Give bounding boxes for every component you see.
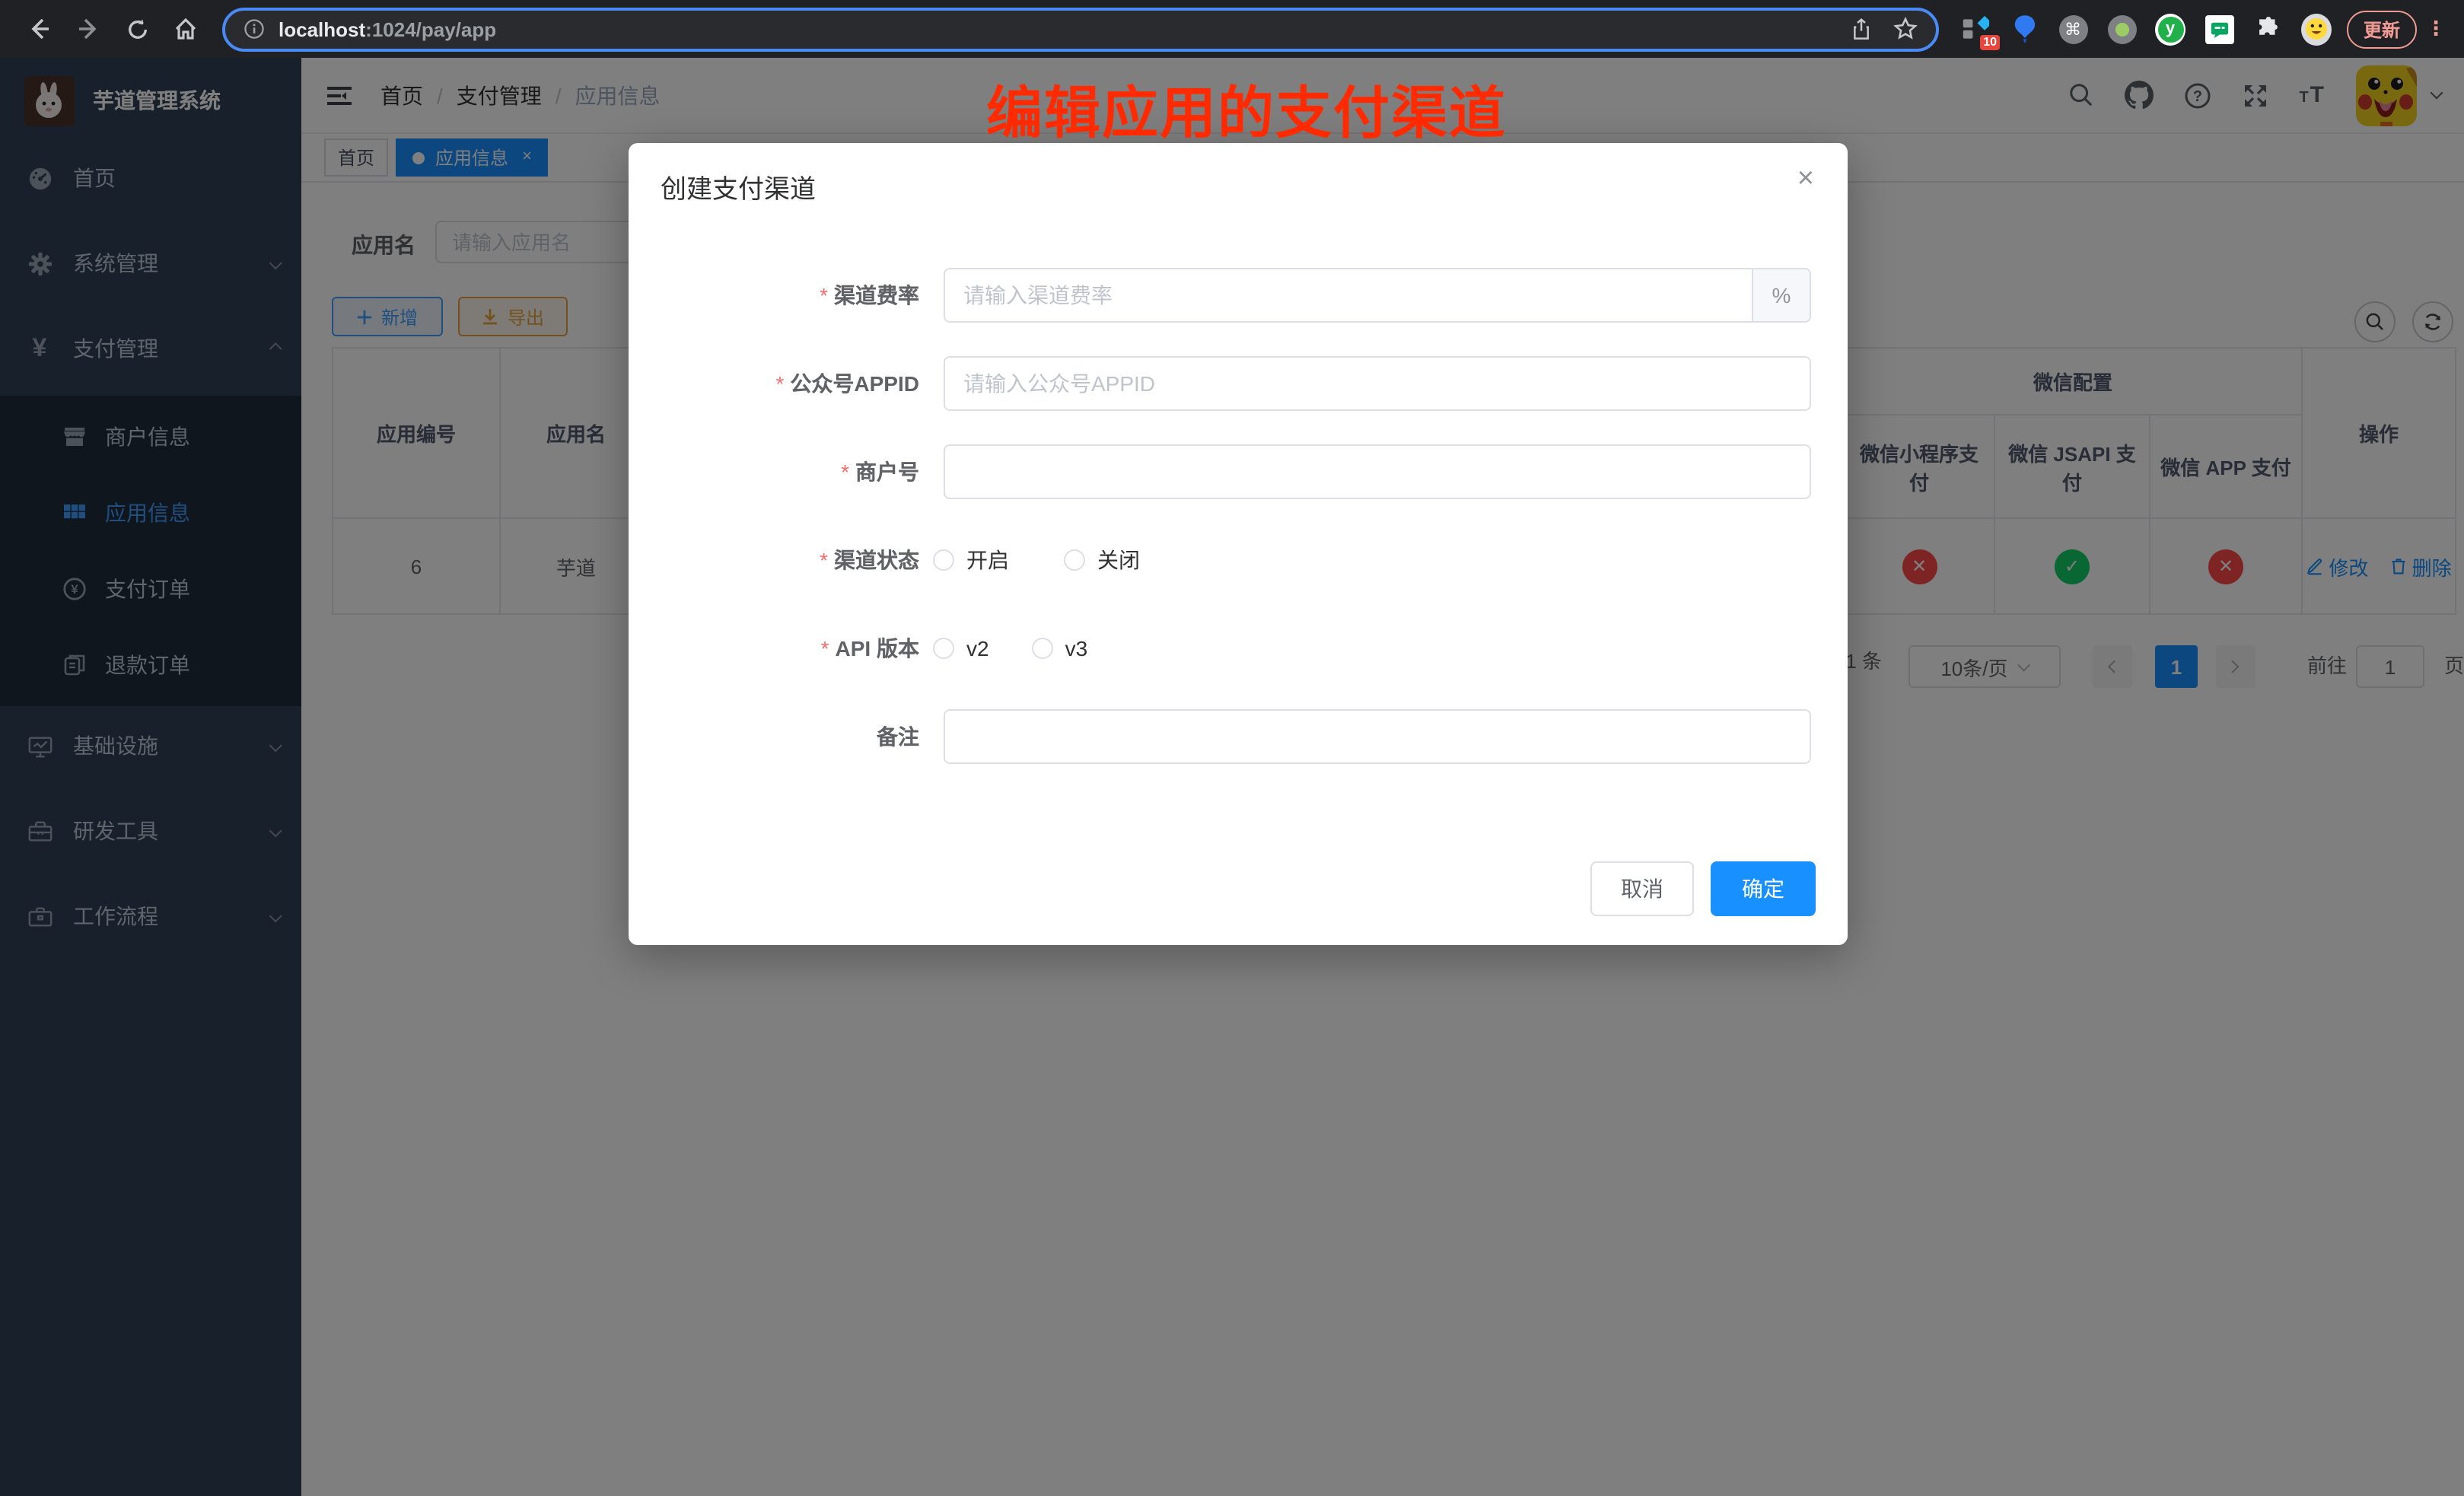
mchid-row: *商户号 (629, 444, 1848, 499)
status-row: *渠道状态 开启 关闭 (629, 533, 1848, 587)
mchid-label: 商户号 (855, 460, 919, 484)
page: localhost:1024/pay/app 10 ⌘ (0, 0, 2464, 1496)
extension-chat-icon[interactable] (2204, 14, 2234, 44)
back-icon[interactable] (20, 9, 59, 49)
extension-y-icon[interactable]: y (2155, 14, 2185, 44)
annotation-text: 编辑应用的支付渠道 (986, 67, 1507, 149)
url-text: localhost:1024/pay/app (279, 18, 496, 40)
extension-badge: 10 (1980, 35, 2000, 50)
percent-suffix: % (1753, 268, 1811, 323)
mchid-input[interactable] (944, 444, 1811, 499)
extension-tabs-icon[interactable]: 10 (1960, 14, 1991, 44)
api-version-label: API 版本 (836, 636, 919, 660)
confirm-button[interactable]: 确定 (1711, 861, 1816, 916)
extension-recorder-icon[interactable] (2106, 14, 2137, 44)
radio-v3[interactable] (1032, 638, 1053, 659)
extension-balloon-icon[interactable] (2009, 14, 2039, 44)
radio-v2[interactable] (933, 638, 954, 659)
extension-command-icon[interactable]: ⌘ (2058, 14, 2088, 44)
bookmark-star-icon[interactable] (1893, 17, 1918, 41)
extensions-puzzle-icon[interactable] (2252, 14, 2283, 44)
browser-toolbar: localhost:1024/pay/app 10 ⌘ (0, 0, 2464, 58)
appid-input[interactable] (944, 356, 1811, 411)
radio-open[interactable] (933, 549, 954, 571)
dialog-title: 创建支付渠道 (661, 167, 816, 205)
address-bar[interactable]: localhost:1024/pay/app (222, 7, 1939, 51)
remark-row: 备注 (629, 709, 1848, 764)
remark-input[interactable] (944, 709, 1811, 764)
extension-emoji-avatar[interactable] (2301, 14, 2332, 44)
api-version-row: *API 版本 v2 v3 (629, 621, 1848, 676)
rate-input[interactable] (944, 268, 1753, 323)
browser-menu-icon[interactable]: ⋮ (2426, 17, 2446, 41)
forward-icon[interactable] (68, 9, 108, 49)
rate-label: 渠道费率 (834, 283, 919, 307)
appid-label: 公众号APPID (790, 371, 919, 396)
appid-row: *公众号APPID (629, 356, 1848, 411)
rate-row: *渠道费率 % (629, 268, 1848, 323)
reload-icon[interactable] (117, 9, 157, 49)
home-icon[interactable] (166, 9, 205, 49)
close-icon[interactable]: × (1797, 164, 1814, 193)
cancel-button[interactable]: 取消 (1590, 861, 1694, 916)
radio-close[interactable] (1064, 549, 1085, 571)
create-channel-dialog: 创建支付渠道 × *渠道费率 % *公众号APPID *商户号 *渠道状态 开启… (629, 143, 1848, 945)
status-label: 渠道状态 (834, 548, 919, 572)
remark-label: 备注 (877, 724, 919, 749)
site-info-icon[interactable] (244, 18, 265, 40)
browser-extensions: 10 ⌘ y (1960, 14, 2332, 44)
browser-update-button[interactable]: 更新 (2347, 10, 2417, 48)
share-icon[interactable] (1851, 18, 1872, 40)
